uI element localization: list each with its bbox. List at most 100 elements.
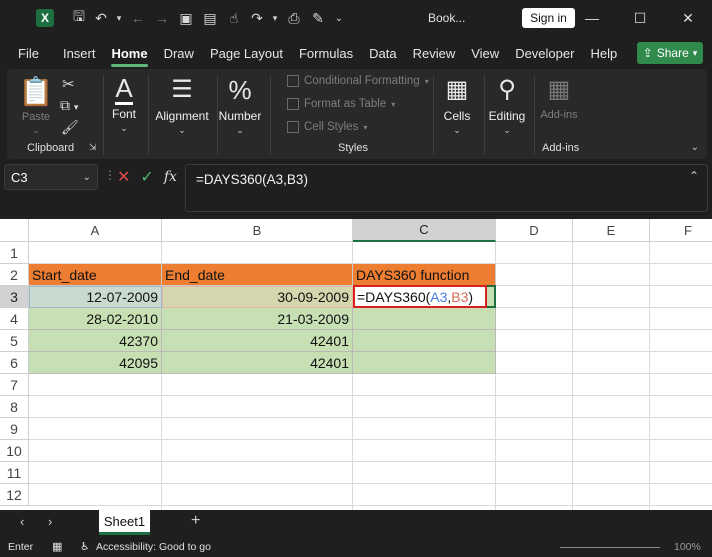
tab-view[interactable]: View — [463, 36, 507, 70]
editing-label: Editing — [488, 109, 526, 123]
tab-data[interactable]: Data — [361, 36, 404, 70]
tab-page-layout[interactable]: Page Layout — [202, 36, 291, 70]
row-header-6[interactable]: 6 — [0, 352, 29, 374]
row-header-11[interactable]: 11 — [0, 462, 29, 484]
dialog-launcher-icon[interactable]: ⇲ — [89, 142, 97, 153]
redo-icon[interactable]: ↷ — [246, 0, 268, 36]
row-header-5[interactable]: 5 — [0, 330, 29, 352]
row-header-10[interactable]: 10 — [0, 440, 29, 462]
redo-dropdown-icon[interactable]: ▾ — [268, 0, 282, 36]
undo-dropdown-icon[interactable]: ▾ — [112, 0, 126, 36]
tab-insert[interactable]: Insert — [55, 36, 104, 70]
cut-icon[interactable]: ✂ — [62, 75, 75, 93]
cell-a5[interactable]: 42370 — [29, 330, 162, 352]
cell-c2[interactable]: DAYS360 function — [353, 264, 496, 286]
tab-formulas[interactable]: Formulas — [291, 36, 361, 70]
row-header-3[interactable]: 3 — [0, 286, 29, 308]
active-cell-editor[interactable]: =DAYS360(A3, B3) — [353, 285, 487, 308]
cell-a6[interactable]: 42095 — [29, 352, 162, 374]
formula-text: =DAYS360(A3,B3) — [196, 172, 308, 187]
scroll-right-icon[interactable]: › — [48, 514, 52, 529]
macro-record-icon[interactable]: ▦ — [52, 540, 62, 553]
autosave-icon[interactable]: 🖫 — [68, 0, 90, 36]
sheet-tab-sheet1[interactable]: Sheet1 — [99, 510, 150, 535]
cell-b2[interactable]: End_date — [162, 264, 353, 286]
format-as-table-button[interactable]: Format as Table ▾ — [287, 98, 395, 110]
column-header-f[interactable]: F — [650, 219, 712, 242]
selection-fill-handle[interactable] — [487, 285, 496, 308]
cancel-icon[interactable]: ✕ — [117, 167, 130, 187]
paste-button[interactable]: 📋 Paste ⌄ — [19, 75, 54, 136]
add-sheet-icon[interactable]: + — [191, 512, 200, 530]
minimize-icon[interactable]: — — [568, 0, 616, 36]
tab-draw[interactable]: Draw — [156, 36, 202, 70]
conditional-formatting-button[interactable]: Conditional Formatting ▾ — [287, 75, 429, 87]
name-box[interactable]: C3 ⌄ — [4, 164, 98, 190]
column-header-c[interactable]: C — [353, 219, 496, 242]
tab-help[interactable]: Help — [582, 36, 625, 70]
cell-b6[interactable]: 42401 — [162, 352, 353, 374]
column-header-e[interactable]: E — [573, 219, 650, 242]
collapse-formula-bar-icon[interactable]: ⌃ — [689, 169, 699, 183]
row-header-1[interactable]: 1 — [0, 242, 29, 264]
accessibility-status[interactable]: Accessibility: Good to go — [96, 541, 211, 553]
column-header-a[interactable]: A — [29, 219, 162, 242]
camera-icon[interactable]: ▣ — [174, 0, 198, 36]
copy-icon[interactable]: ⧉ ▾ — [60, 97, 78, 114]
enter-icon[interactable]: ✓ — [140, 167, 153, 187]
tab-file[interactable]: File — [10, 36, 47, 70]
maximize-icon[interactable]: ☐ — [616, 0, 664, 36]
customize-toolbar-icon[interactable]: ⌄ — [330, 0, 348, 36]
format-painter-icon[interactable]: 🖌 — [61, 119, 79, 136]
zoom-slider[interactable] — [560, 547, 660, 548]
quick-print-icon[interactable]: ⎙ — [282, 0, 306, 36]
editing-button[interactable]: ⚲ Editing ⌄ — [487, 73, 527, 136]
cell-a3[interactable]: 12-07-2009 — [29, 286, 162, 308]
back-icon[interactable]: ← — [126, 0, 150, 36]
alignment-button[interactable]: ☰ Alignment ⌄ — [153, 73, 211, 136]
row-header-4[interactable]: 4 — [0, 308, 29, 330]
spreadsheet-grid[interactable]: A B C D E F 1 2 3 4 5 6 7 8 9 10 11 12 S… — [0, 219, 712, 510]
cells-label: Cells — [443, 109, 471, 123]
cell-b5[interactable]: 42401 — [162, 330, 353, 352]
accessibility-icon[interactable]: ♿ — [80, 540, 90, 553]
font-button[interactable]: A Font ⌄ — [107, 73, 141, 134]
column-header-d[interactable]: D — [496, 219, 573, 242]
row-header-8[interactable]: 8 — [0, 396, 29, 418]
attach-icon[interactable]: ✎ — [306, 0, 330, 36]
formula-input[interactable]: =DAYS360(A3,B3) ⌃ — [185, 164, 708, 212]
workbook-name[interactable]: Book... — [428, 11, 465, 25]
cell-b4[interactable]: 21-03-2009 — [162, 308, 353, 330]
image-icon[interactable]: ▤ — [198, 0, 222, 36]
touch-mode-icon[interactable]: ☝ — [222, 0, 246, 36]
select-all-corner[interactable] — [0, 219, 29, 242]
tab-developer[interactable]: Developer — [507, 36, 582, 70]
row-header-7[interactable]: 7 — [0, 374, 29, 396]
tab-home[interactable]: Home — [103, 36, 155, 70]
add-ins-button[interactable]: ▦ Add-ins — [537, 73, 581, 121]
cell-a2[interactable]: Start_date — [29, 264, 162, 286]
collapse-ribbon-icon[interactable]: ⌄ — [691, 142, 699, 153]
conditional-formatting-label: Conditional Formatting — [304, 75, 420, 87]
cell-c4[interactable] — [353, 308, 496, 330]
cell-c5[interactable] — [353, 330, 496, 352]
cell-c6[interactable] — [353, 352, 496, 374]
cell-styles-button[interactable]: Cell Styles ▾ — [287, 121, 367, 133]
zoom-level[interactable]: 100% — [674, 541, 701, 553]
cells-button[interactable]: ▦ Cells ⌄ — [439, 73, 475, 136]
cell-b3[interactable]: 30-09-2009 — [162, 286, 353, 308]
row-header-12[interactable]: 12 — [0, 484, 29, 506]
scroll-left-icon[interactable]: ‹ — [20, 514, 24, 529]
number-button[interactable]: % Number ⌄ — [219, 73, 262, 136]
chevron-down-icon[interactable]: ⌄ — [83, 172, 91, 183]
insert-function-icon[interactable]: fx — [164, 169, 177, 185]
tab-review[interactable]: Review — [405, 36, 464, 70]
column-header-b[interactable]: B — [162, 219, 353, 242]
forward-icon[interactable]: → — [150, 0, 174, 36]
cell-a4[interactable]: 28-02-2010 — [29, 308, 162, 330]
share-button[interactable]: ⇪ Share ▾ — [637, 42, 703, 64]
row-header-9[interactable]: 9 — [0, 418, 29, 440]
row-header-2[interactable]: 2 — [0, 264, 29, 286]
close-icon[interactable]: ✕ — [664, 0, 712, 36]
undo-icon[interactable]: ↶ — [90, 0, 112, 36]
